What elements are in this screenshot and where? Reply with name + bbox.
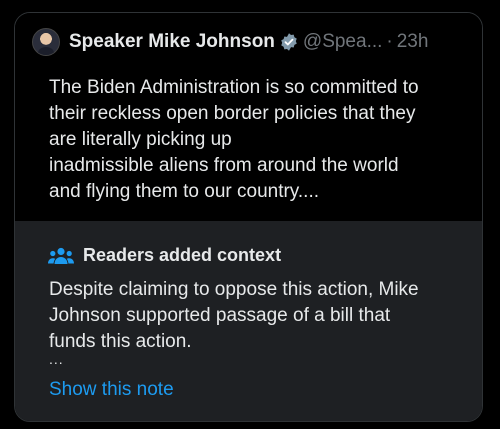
tweet-text-line: inadmissible aliens from around the worl… — [49, 155, 399, 176]
avatar[interactable] — [32, 28, 60, 56]
readers-context-panel: Readers added context Despite claiming t… — [15, 221, 482, 421]
show-note-link[interactable]: Show this note — [49, 379, 174, 401]
tweet-header: Speaker Mike Johnson @Spea... · 23h — [32, 27, 428, 57]
author-handle[interactable]: @Spea... — [303, 31, 383, 53]
author-name[interactable]: Speaker Mike Johnson — [69, 31, 275, 53]
tweet-text-line: are literally picking up — [49, 129, 232, 150]
tweet-text-line: and flying them to our country.... — [49, 181, 320, 202]
tweet-text-line: The Biden Administration is so committed… — [49, 77, 419, 98]
separator-dot: · — [386, 31, 393, 52]
verified-badge-icon — [281, 33, 297, 51]
community-note-card: Speaker Mike Johnson @Spea... · 23h The … — [14, 12, 483, 422]
context-text-line: Despite claiming to oppose this action, … — [49, 279, 419, 300]
tweet[interactable]: Speaker Mike Johnson @Spea... · 23h The … — [15, 13, 482, 221]
tweet-timestamp[interactable]: 23h — [397, 31, 429, 53]
context-title: Readers added context — [83, 245, 282, 265]
context-text-line: Johnson supported passage of a bill that — [49, 305, 391, 326]
context-text: Despite claiming to oppose this action, … — [49, 277, 469, 355]
context-ellipsis: ... — [49, 351, 64, 367]
tweet-text-line: their reckless open border policies that… — [49, 103, 416, 124]
context-header: Readers added context — [48, 245, 281, 266]
context-text-line: funds this action. — [49, 331, 192, 352]
tweet-text: The Biden Administration is so committed… — [49, 75, 479, 205]
people-group-icon — [48, 247, 74, 264]
